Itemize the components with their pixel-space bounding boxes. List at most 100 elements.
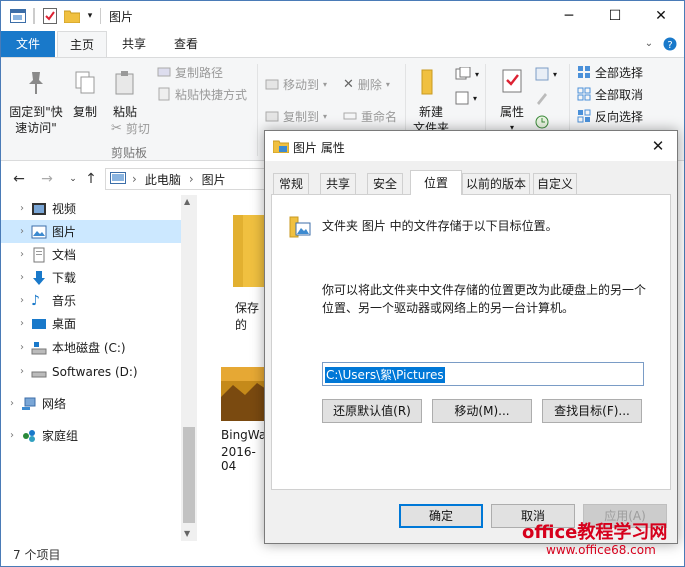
forward-arrow-icon[interactable]: → [37,169,57,189]
pin-icon [5,70,67,100]
image-label-line2: 2016-04 [221,445,256,473]
delete-button[interactable]: ✕ 删除 ▾ [343,74,390,94]
location-path-input[interactable]: C:\Users\絮\Pictures [322,362,644,386]
nav-item-desktop[interactable]: › 桌面 [1,312,181,335]
minimize-button[interactable]: ─ [546,1,592,31]
easy-access-icon[interactable]: ▾ [455,88,477,108]
back-arrow-icon[interactable]: ← [9,169,29,189]
qa-dropdown-icon[interactable]: ▾ [85,7,95,25]
cut-button[interactable]: ✂ 剪切 [111,118,150,138]
invert-selection-icon [577,109,591,123]
folder-icon [409,68,453,100]
svg-text:?: ? [667,40,672,51]
copy-icon [67,70,103,100]
open-icon[interactable]: ▾ [535,64,557,84]
dialog-title: 图片 属性 [293,141,345,155]
qa-separator [100,8,101,24]
new-folder-button[interactable]: 新建 文件夹 [409,68,453,136]
drive-c-icon [31,341,47,354]
paste-shortcut-button[interactable]: 粘贴快捷方式 [157,84,247,104]
folder-item[interactable] [219,213,269,290]
close-button[interactable]: ✕ [638,1,684,31]
tab-general[interactable]: 常规 [273,173,309,194]
properties-button[interactable]: 属性 ▾ [493,68,531,136]
scrollbar-thumb[interactable] [183,427,195,523]
watermark-title: office教程学习网 [522,522,668,543]
ribbon-expand-icon[interactable]: ⌄ [641,31,657,57]
clipboard-group-label: 剪贴板 [111,146,148,160]
scroll-down-icon[interactable]: ▼ [184,529,190,538]
path-selected-text: C:\Users\絮\Pictures [325,367,445,383]
rename-button[interactable]: 重命名 [343,106,397,126]
properties-icon [493,68,531,100]
location-desc-line1: 你可以将此文件夹中文件存储的位置更改为此硬盘上的另一个 [322,283,647,297]
nav-item-videos[interactable]: › 视频 [1,197,181,220]
select-all-button[interactable]: 全部选择 [577,62,643,82]
copy-to-button[interactable]: 复制到 ▾ [265,106,327,126]
nav-item-music[interactable]: › ♪ 音乐 [1,289,181,312]
nav-item-homegroup[interactable]: › 家庭组 [1,424,181,447]
location-panel: 文件夹 图片 中的文件存储于以下目标位置。 你可以将此文件夹中文件存储的位置更改… [271,194,671,490]
tab-security[interactable]: 安全 [367,173,403,194]
maximize-button[interactable]: ☐ [592,1,638,31]
tab-view[interactable]: 查看 [161,31,211,57]
nav-item-drive-c[interactable]: › 本地磁盘 (C:) [1,336,181,359]
image-label-line1: BingWa [221,428,267,442]
nav-item-drive-d[interactable]: › Softwares (D:) [1,360,181,383]
image-thumbnail[interactable] [221,367,269,421]
watermark: office教程学习网 www.office68.com [522,518,684,564]
invert-selection-button[interactable]: 反向选择 [577,106,643,126]
move-button[interactable]: 移动(M)... [432,399,532,423]
new-folder-qa-icon[interactable] [63,7,81,25]
nav-scrollbar[interactable]: ▲ ▼ [181,195,197,541]
tab-previous-versions[interactable]: 以前的版本 [462,173,530,194]
rename-icon [343,112,357,120]
breadcrumb-pictures[interactable]: 图片 [202,171,226,188]
nav-item-pictures[interactable]: › 图片 [1,220,181,243]
copy-path-button[interactable]: 复制路径 [157,62,223,82]
recent-dropdown-icon[interactable]: ⌄ [63,169,83,189]
restore-default-button[interactable]: 还原默认值(R) [322,399,422,423]
breadcrumb-this-pc[interactable]: 此电脑 [145,171,181,188]
properties-qa-icon[interactable] [41,7,59,25]
ok-button[interactable]: 确定 [399,504,483,528]
history-icon[interactable] [535,112,549,132]
tab-location[interactable]: 位置 [410,170,462,195]
tab-sharing[interactable]: 共享 [320,173,356,194]
dialog-close-button[interactable]: ✕ [643,133,673,159]
title-bar: ▾ 图片 ─ ☐ ✕ [1,1,684,31]
edit-icon[interactable] [535,88,549,108]
move-to-icon [265,79,279,90]
move-to-button[interactable]: 移动到 ▾ [265,74,327,94]
tab-home[interactable]: 主页 [57,31,107,57]
new-item-icon[interactable]: ▾ [455,64,479,84]
help-icon[interactable]: ? [661,31,679,57]
location-desc-line2: 位置、另一个驱动器或网络上的另一台计算机。 [322,301,575,315]
music-icon: ♪ [31,292,40,309]
folder-pictures-icon [273,140,289,153]
paste-shortcut-icon [158,87,170,101]
address-field[interactable]: › 此电脑 › 图片 [105,168,273,190]
folder-icon [233,215,269,287]
select-none-button[interactable]: 全部取消 [577,84,643,104]
video-icon [32,202,46,215]
up-arrow-icon[interactable]: ↑ [81,169,101,189]
select-none-icon [577,87,591,101]
tab-file[interactable]: 文件 [1,31,55,57]
paste-button[interactable]: 粘贴 [105,70,145,120]
pin-quick-access-button[interactable]: 固定到"快 速访问" [5,70,67,136]
drive-d-icon [31,371,47,377]
location-header-text: 文件夹 图片 中的文件存储于以下目标位置。 [322,219,558,233]
nav-item-documents[interactable]: › 文档 [1,243,181,266]
tab-share[interactable]: 共享 [109,31,159,57]
ribbon-tabs: 文件 主页 共享 查看 ⌄ ? [1,31,684,57]
window-icon[interactable] [9,7,27,25]
tab-customize[interactable]: 自定义 [533,173,577,194]
scroll-up-icon[interactable]: ▲ [184,197,190,206]
nav-item-downloads[interactable]: › 下载 [1,266,181,289]
find-target-button[interactable]: 查找目标(F)... [542,399,642,423]
nav-item-network[interactable]: › 网络 [1,392,181,415]
copy-button[interactable]: 复制 [67,70,103,120]
select-all-icon [578,66,590,78]
ribbon-separator [257,64,258,156]
